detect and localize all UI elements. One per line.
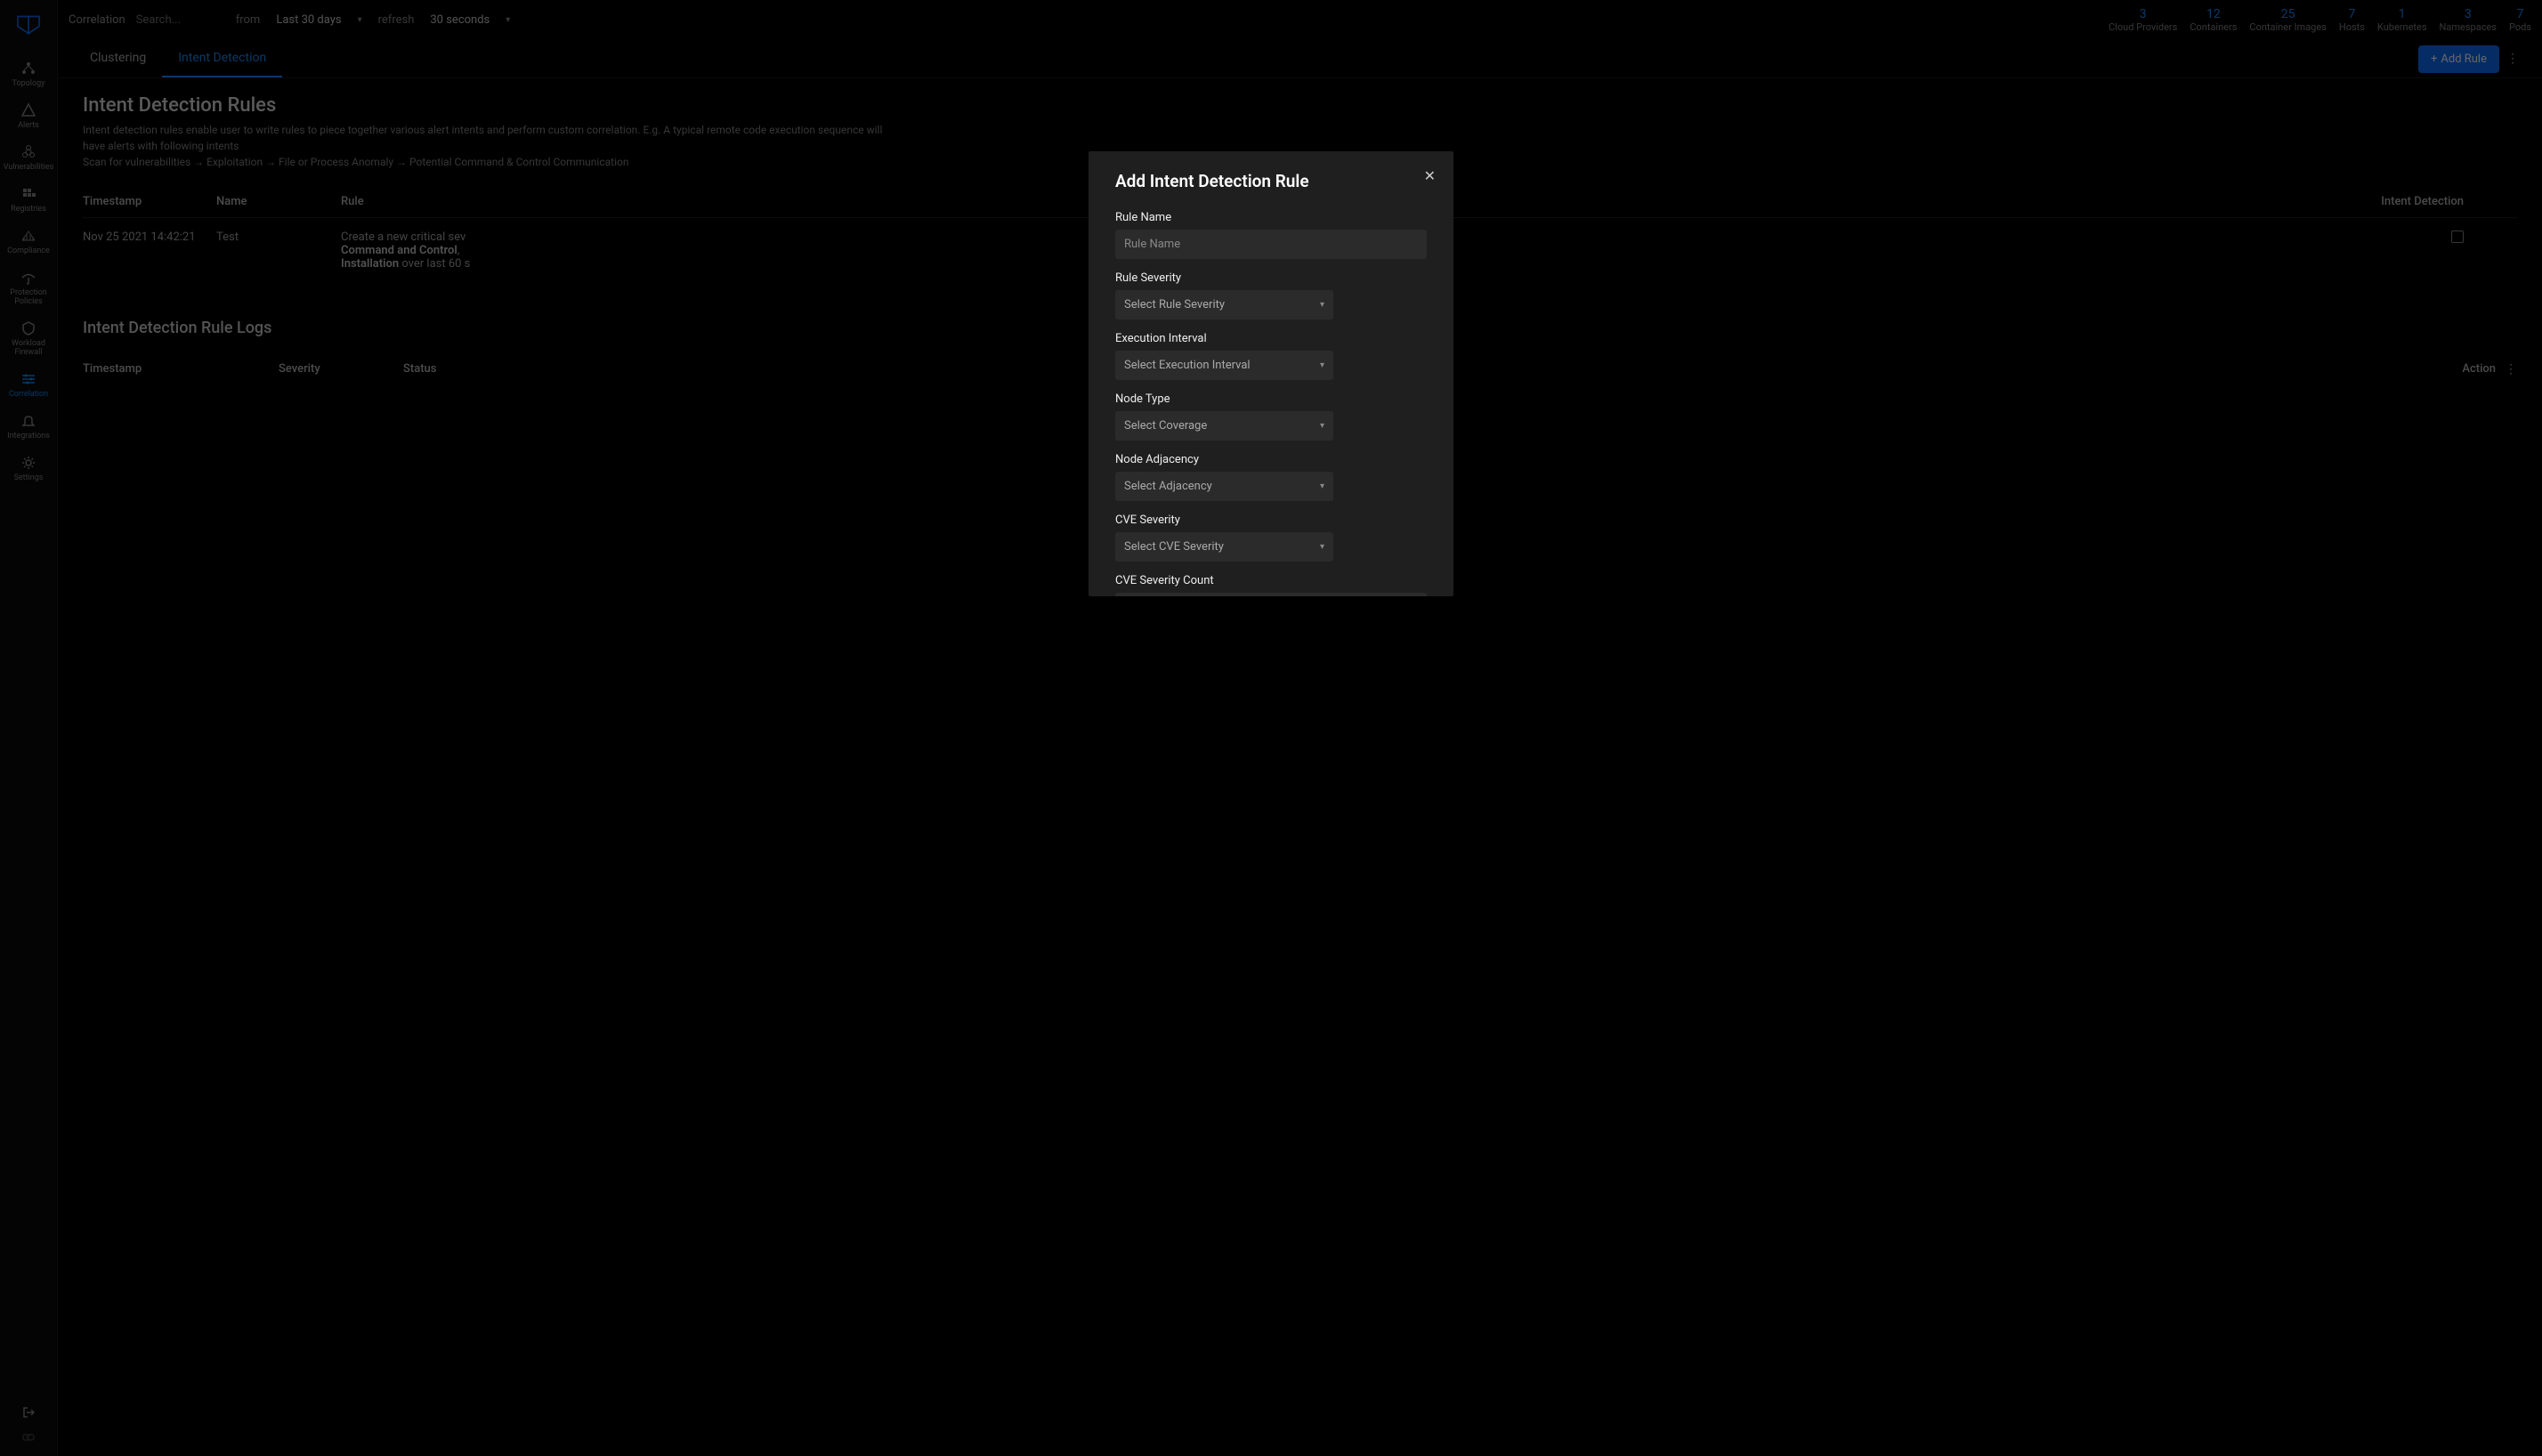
cve-severity-select[interactable]: Select CVE Severity▾ — [1115, 532, 1333, 562]
close-icon[interactable]: ✕ — [1424, 167, 1436, 184]
node-type-label: Node Type — [1115, 392, 1427, 406]
rule-name-input[interactable] — [1115, 230, 1427, 259]
chevron-down-icon: ▾ — [1320, 542, 1324, 552]
cve-severity-label: CVE Severity — [1115, 514, 1427, 527]
add-rule-modal: Add Intent Detection Rule ✕ Rule Name Ru… — [1089, 151, 1453, 596]
chevron-down-icon: ▾ — [1320, 481, 1324, 491]
chevron-down-icon: ▾ — [1320, 421, 1324, 431]
node-adj-select[interactable]: Select Adjacency▾ — [1115, 472, 1333, 501]
chevron-down-icon: ▾ — [1320, 300, 1324, 310]
chevron-down-icon: ▾ — [1320, 360, 1324, 370]
cve-count-label: CVE Severity Count — [1115, 574, 1427, 587]
cve-count-input[interactable] — [1115, 593, 1427, 596]
node-adj-label: Node Adjacency — [1115, 453, 1427, 466]
rule-severity-select[interactable]: Select Rule Severity▾ — [1115, 290, 1333, 320]
node-type-select[interactable]: Select Coverage▾ — [1115, 411, 1333, 441]
modal-overlay[interactable]: Add Intent Detection Rule ✕ Rule Name Ru… — [0, 0, 2542, 1456]
modal-title: Add Intent Detection Rule — [1115, 171, 1427, 191]
exec-interval-label: Execution Interval — [1115, 332, 1427, 345]
rule-name-label: Rule Name — [1115, 211, 1427, 224]
exec-interval-select[interactable]: Select Execution Interval▾ — [1115, 351, 1333, 380]
rule-severity-label: Rule Severity — [1115, 271, 1427, 285]
